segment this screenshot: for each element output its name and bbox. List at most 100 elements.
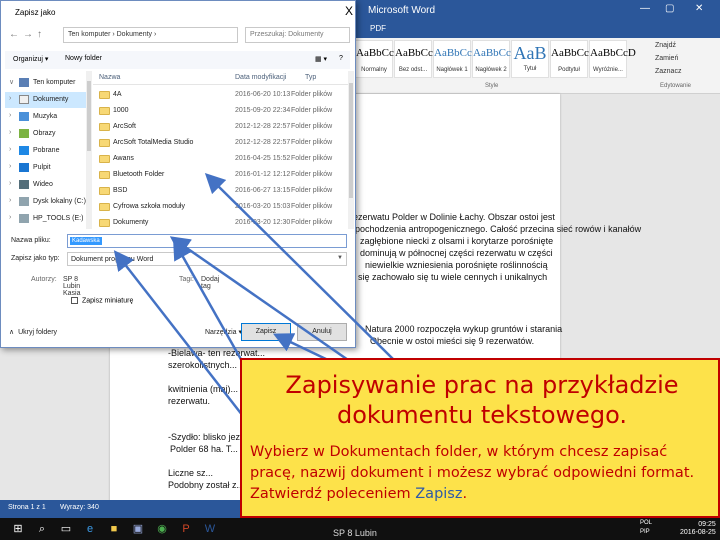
thumbnail-checkbox[interactable]: [71, 297, 78, 304]
filename-field[interactable]: Kadawska: [67, 234, 347, 248]
edge-browser-icon[interactable]: e: [82, 521, 98, 537]
find-button[interactable]: Znajdź: [655, 42, 676, 49]
column-type[interactable]: Typ: [305, 74, 316, 81]
tags-value[interactable]: Dodaj tag: [201, 276, 219, 290]
doc-line: rezerwatu Polder w Dolinie Łachy. Obszar…: [350, 212, 555, 222]
list-item[interactable]: 4A 2016-06-20 10:13 Folder plików: [93, 87, 348, 103]
new-folder-button[interactable]: Nowy folder: [65, 55, 102, 62]
list-item[interactable]: 1000 2015-09-20 22:34 Folder plików: [93, 103, 348, 119]
chevron-right-icon[interactable]: ›: [9, 214, 11, 221]
column-name[interactable]: Nazwa: [99, 74, 120, 81]
computer-icon: [19, 78, 29, 87]
filetype-value: Dokument programu Word: [71, 256, 154, 263]
style-no-spacing[interactable]: AaBbCcD Bez odst...: [394, 40, 441, 78]
nav-item-pictures[interactable]: › Obrazy: [5, 126, 91, 142]
powerpoint-icon[interactable]: P: [178, 521, 194, 537]
style-heading-1[interactable]: AaBbCc Nagłówek 1: [433, 40, 472, 78]
word-count: Wyrazy: 340: [60, 504, 99, 511]
nav-item-downloads[interactable]: › Pobrane: [5, 143, 91, 159]
store-icon[interactable]: ▣: [130, 521, 146, 537]
authors-value[interactable]: SP 8 Lubin Kasia: [63, 276, 81, 297]
nav-scroll-thumb[interactable]: [87, 81, 91, 151]
doc-line: Polder 68 ha. T...: [170, 444, 238, 454]
chrome-icon[interactable]: ◉: [154, 521, 170, 537]
doc-line: dominują w północnej części rezerwatu w …: [360, 248, 553, 258]
file-list-header: Nazwa Data modyfikacji Typ: [93, 71, 348, 85]
path-breadcrumb[interactable]: Ten komputer › Dokumenty ›: [63, 27, 238, 43]
chevron-right-icon[interactable]: ›: [9, 112, 11, 119]
list-item[interactable]: BSD 2016-06-27 13:15 Folder plików: [93, 183, 348, 199]
clock[interactable]: 09:25 2016-08-25: [680, 521, 716, 537]
folder-icon: [99, 219, 110, 227]
style-subtitle[interactable]: AaBbCc. Podtytuł: [550, 40, 592, 78]
nav-item-desktop[interactable]: › Pulpit: [5, 160, 91, 176]
chevron-right-icon[interactable]: ›: [9, 129, 11, 136]
list-item[interactable]: Dokumenty 2016-03-20 12:30 Folder plików: [93, 215, 348, 231]
filetype-select[interactable]: Dokument programu Word ▼: [67, 252, 347, 266]
view-options-icon[interactable]: ▦ ▾: [315, 55, 327, 63]
nav-item-this-pc[interactable]: ∨ Ten komputer: [5, 75, 91, 91]
nav-item-music[interactable]: › Muzyka: [5, 109, 91, 125]
doc-line: Liczne sz...: [168, 468, 214, 478]
file-explorer-icon[interactable]: ■: [106, 521, 122, 537]
save-form: Nazwa pliku: Kadawska Zapisz jako typ: D…: [5, 231, 355, 304]
save-button[interactable]: Zapisz: [241, 323, 291, 341]
nav-item-local-disk[interactable]: › Dysk lokalny (C:): [5, 194, 91, 210]
chevron-right-icon[interactable]: ›: [9, 163, 11, 170]
language-indicator[interactable]: POL: [640, 520, 652, 526]
folder-icon: [99, 203, 110, 211]
list-item[interactable]: Bluetooth Folder 2016-01-12 12:12 Folder p…: [93, 167, 348, 183]
tab-pdf[interactable]: PDF: [370, 24, 386, 33]
windows-start-icon[interactable]: ⊞: [10, 521, 26, 537]
maximize-icon[interactable]: ▢: [665, 3, 674, 14]
style-heading-2[interactable]: AaBbCc Nagłówek 2: [472, 40, 511, 78]
chevron-right-icon[interactable]: ›: [9, 146, 11, 153]
tools-button[interactable]: Narzędzia ▾: [205, 328, 242, 336]
minimize-icon[interactable]: —: [640, 3, 650, 14]
column-date[interactable]: Data modyfikacji: [235, 74, 286, 81]
word-icon[interactable]: W: [202, 521, 218, 537]
nav-item-hp-tools[interactable]: › HP_TOOLS (E:): [5, 211, 91, 227]
list-item[interactable]: Cyfrowa szkoła moduły 2016-03-20 15:03 Fol…: [93, 199, 348, 215]
filename-value: Kadawska: [70, 237, 102, 245]
organize-button[interactable]: Organizuj ▾: [13, 55, 48, 63]
replace-button[interactable]: Zamień: [655, 55, 678, 62]
search-icon[interactable]: ⌕: [34, 521, 50, 537]
style-normal[interactable]: AaBbCcD Normalny: [355, 40, 402, 78]
thumbnail-option[interactable]: Zapisz miniaturę: [71, 297, 271, 304]
thumbnail-label: Zapisz miniaturę: [82, 297, 134, 305]
style-emphasis[interactable]: AaBbCcD Wyróżnie...: [589, 40, 636, 78]
styles-gallery: AaBbCcD Normalny AaBbCcD Bez odst... AaBbC…: [355, 40, 636, 78]
doc-line: zagłębione niecki z olsami i korytarze p…: [360, 236, 554, 246]
dialog-close-icon[interactable]: X: [345, 4, 353, 18]
search-input[interactable]: Przeszukaj: Dokumenty: [245, 27, 350, 43]
nav-item-video[interactable]: › Wideo: [5, 177, 91, 193]
back-arrow-icon[interactable]: ←: [9, 29, 19, 40]
up-arrow-icon[interactable]: ↑: [37, 29, 42, 40]
pictures-icon: [19, 129, 29, 138]
list-item[interactable]: ArcSoft TotalMedia Studio 2012-12-28 22:5…: [93, 135, 348, 151]
cancel-button[interactable]: Anuluj: [297, 323, 347, 341]
chevron-right-icon[interactable]: ›: [9, 197, 11, 204]
forward-arrow-icon[interactable]: →: [23, 29, 33, 40]
desktop-icon: [19, 163, 29, 172]
instruction-callout: Zapisywanie prac na przykładzie dokument…: [240, 358, 720, 518]
list-item[interactable]: Awans 2016-04-25 15:52 Folder plików: [93, 151, 348, 167]
style-title[interactable]: AaB Tytuł: [511, 40, 549, 78]
language-indicator-2[interactable]: PIP: [640, 529, 650, 535]
hide-folders-button[interactable]: Ukryj foldery: [9, 328, 57, 336]
help-icon[interactable]: ?: [339, 55, 343, 62]
nav-item-documents[interactable]: › Dokumenty: [5, 92, 91, 108]
command-bar: Organizuj ▾ Nowy folder ▦ ▾ ?: [5, 51, 350, 69]
close-icon[interactable]: ✕: [695, 3, 703, 14]
chevron-right-icon[interactable]: ›: [9, 180, 11, 187]
task-view-icon[interactable]: ▭: [58, 521, 74, 537]
file-scroll-thumb[interactable]: [349, 83, 353, 198]
select-button[interactable]: Zaznacz: [655, 68, 681, 75]
chevron-right-icon[interactable]: ›: [9, 95, 11, 102]
chevron-down-icon[interactable]: ∨: [9, 78, 14, 86]
nav-scrollbar[interactable]: [86, 71, 92, 229]
doc-line: Obecnie w ostoi mieści się 9 rezerwatów.: [370, 336, 535, 346]
list-item[interactable]: ArcSoft 2012-12-28 22:57 Folder plików: [93, 119, 348, 135]
file-list-scrollbar[interactable]: [348, 71, 354, 229]
